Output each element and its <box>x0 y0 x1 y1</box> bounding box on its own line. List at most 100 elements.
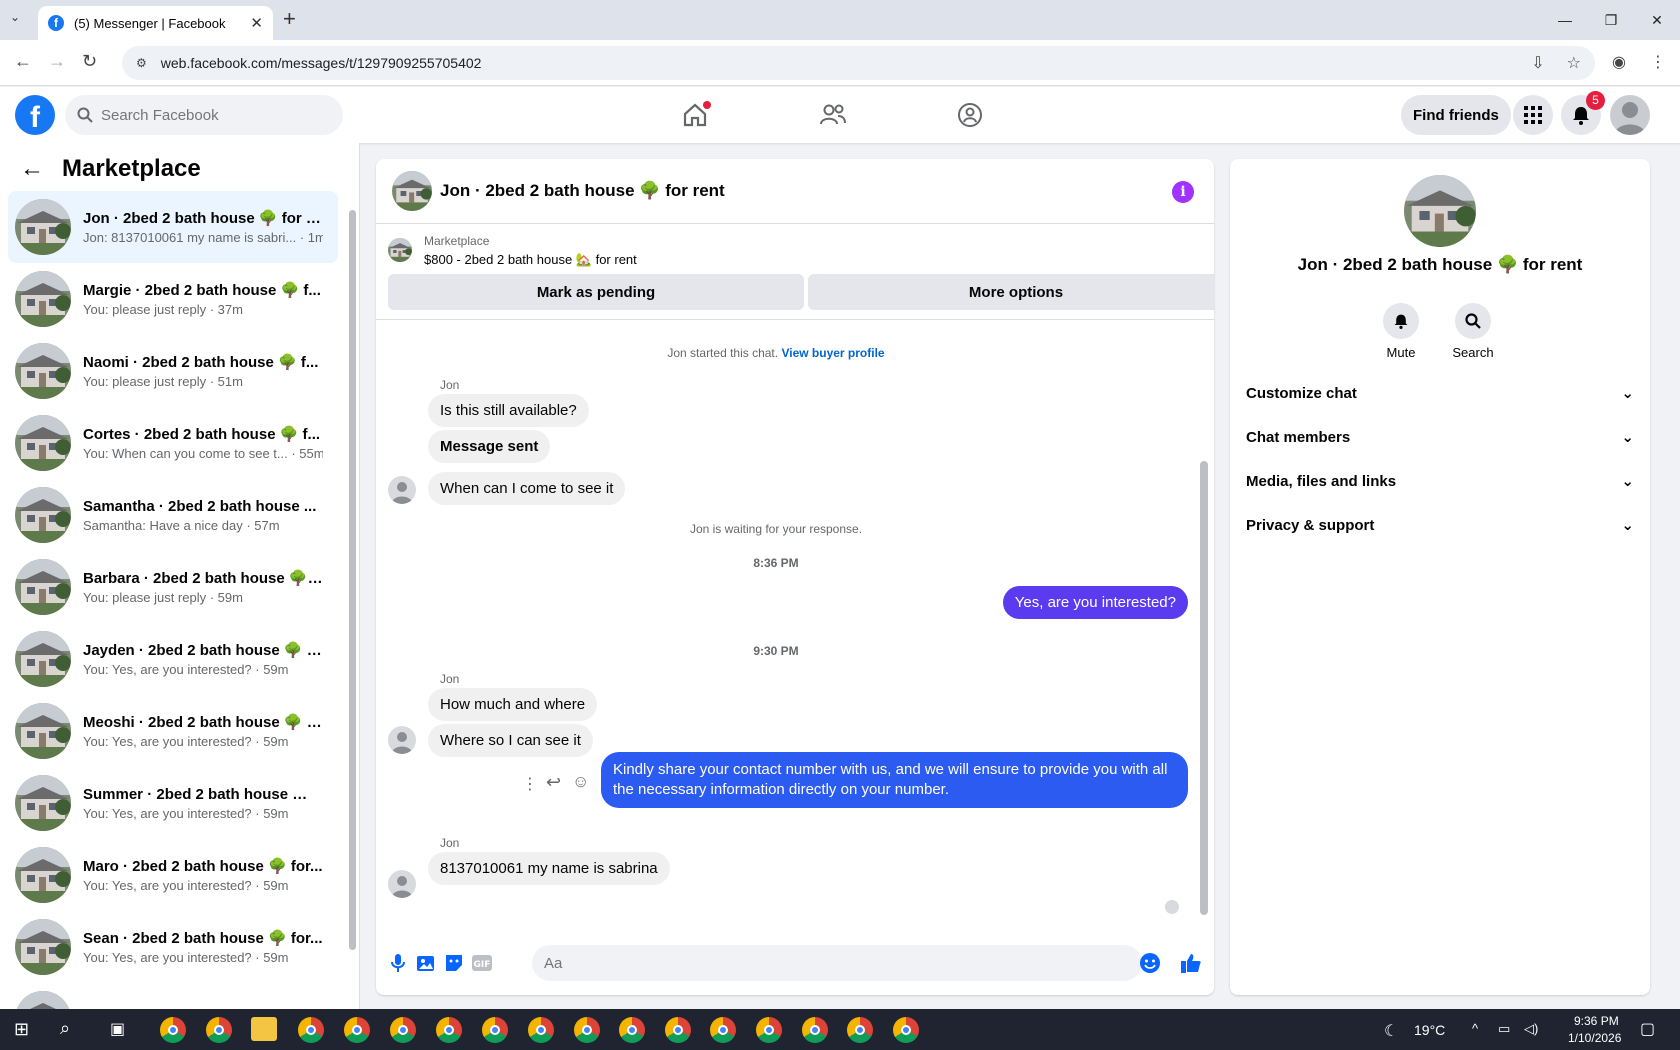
reload-icon[interactable]: ↻ <box>82 51 97 72</box>
message-bubble[interactable]: Is this still available? <box>428 394 589 427</box>
minimize-icon[interactable]: — <box>1542 0 1588 40</box>
conversation-item[interactable]: Cortes · 2bed 2 bath house 🌳 f... You: Wh… <box>8 407 338 479</box>
microphone-icon[interactable] <box>386 951 410 975</box>
conversation-item[interactable]: Margie · 2bed 2 bath house 🌳 f... You: pl… <box>8 263 338 335</box>
profile-icon[interactable]: ◉ <box>1612 52 1626 72</box>
photo-icon[interactable] <box>414 951 438 975</box>
sender-avatar[interactable] <box>388 726 416 754</box>
chrome-taskbar-icon[interactable] <box>160 1017 186 1043</box>
customize-chat-section[interactable]: Customize chat ⌄ <box>1246 371 1634 415</box>
chrome-taskbar-icon[interactable] <box>528 1017 554 1043</box>
more-dots-icon[interactable]: ⋮ <box>522 774 538 794</box>
privacy-support-section[interactable]: Privacy & support ⌄ <box>1246 503 1634 547</box>
conversation-item[interactable]: Jayden · 2bed 2 bath house 🌳 f... You: Ye… <box>8 623 338 695</box>
conversation-item[interactable]: Maro · 2bed 2 bath house 🌳 for... You: Ye… <box>8 839 338 911</box>
conversation-item[interactable]: Barbara · 2bed 2 bath house 🌳 ... You: pl… <box>8 551 338 623</box>
search-input[interactable] <box>101 106 321 124</box>
message-bubble[interactable]: Message sent <box>428 430 551 463</box>
taskbar-search-icon[interactable]: ⌕ <box>60 1018 70 1039</box>
bookmark-star-icon[interactable]: ☆ <box>1567 53 1581 73</box>
clock-date[interactable]: 1/10/2026 <box>1568 1031 1621 1045</box>
home-icon[interactable] <box>677 97 713 133</box>
chrome-taskbar-icon[interactable] <box>298 1017 324 1043</box>
browser-tab[interactable]: f (5) Messenger | Facebook ✕ <box>38 6 273 40</box>
chrome-taskbar-icon[interactable] <box>665 1017 691 1043</box>
sender-avatar[interactable] <box>388 870 416 898</box>
chrome-taskbar-icon[interactable] <box>619 1017 645 1043</box>
media-files-links-section[interactable]: Media, files and links ⌄ <box>1246 459 1634 503</box>
chat-title[interactable]: Jon · 2bed 2 bath house 🌳 for rent <box>440 181 725 201</box>
chat-members-section[interactable]: Chat members ⌄ <box>1246 415 1634 459</box>
search-button[interactable]: Search <box>1443 303 1503 360</box>
outgoing-message-bubble[interactable]: Kindly share your contact number with us… <box>601 752 1188 808</box>
conversation-avatar[interactable] <box>1404 175 1476 247</box>
windows-start-icon[interactable]: ⊞ <box>14 1019 29 1040</box>
message-bubble[interactable]: How much and where <box>428 688 598 721</box>
listing-title[interactable]: $800 - 2bed 2 bath house 🏡 for rent <box>424 252 637 268</box>
facebook-logo-icon[interactable]: f <box>15 95 55 135</box>
tab-close-icon[interactable]: ✕ <box>250 14 263 32</box>
weather-temp[interactable]: 19°C <box>1414 1022 1445 1038</box>
window-close-icon[interactable]: ✕ <box>1634 0 1680 40</box>
chrome-taskbar-icon[interactable] <box>436 1017 462 1043</box>
react-icon[interactable]: ☺ <box>572 772 589 792</box>
emoji-icon[interactable] <box>1138 951 1162 975</box>
site-info-icon[interactable]: ⚙ <box>136 56 147 70</box>
reply-icon[interactable]: ↩ <box>546 772 561 793</box>
chrome-taskbar-icon[interactable] <box>893 1017 919 1043</box>
sender-avatar[interactable] <box>388 476 416 504</box>
conversation-item[interactable]: Naomi · 2bed 2 bath house 🌳 f... You: ple… <box>8 335 338 407</box>
more-options-button[interactable]: More options <box>808 274 1214 310</box>
groups-icon[interactable] <box>952 97 988 133</box>
volume-icon[interactable]: ◁) <box>1524 1021 1538 1037</box>
notification-center-icon[interactable]: ▢ <box>1640 1019 1655 1039</box>
back-icon[interactable]: ← <box>14 51 32 72</box>
message-bubble[interactable]: When can I come to see it <box>428 472 626 505</box>
conversation-item[interactable]: Jon · 2bed 2 bath house 🌳 for r... Jon: 8… <box>8 191 338 263</box>
clock-time[interactable]: 9:36 PM <box>1574 1014 1619 1028</box>
conversation-scrollbar[interactable] <box>349 210 356 950</box>
view-buyer-profile-link[interactable]: View buyer profile <box>781 346 884 360</box>
outgoing-message-bubble[interactable]: Yes, are you interested? <box>1002 586 1188 619</box>
chat-avatar[interactable] <box>392 171 432 211</box>
friends-icon[interactable] <box>815 97 851 133</box>
chrome-taskbar-icon[interactable] <box>390 1017 416 1043</box>
chrome-taskbar-icon[interactable] <box>756 1017 782 1043</box>
chat-scrollbar[interactable] <box>1200 461 1208 915</box>
like-thumbs-up-icon[interactable] <box>1179 951 1203 975</box>
chrome-taskbar-icon[interactable] <box>482 1017 508 1043</box>
chrome-taskbar-icon[interactable] <box>802 1017 828 1043</box>
chrome-taskbar-icon[interactable] <box>710 1017 736 1043</box>
listing-thumbnail[interactable] <box>388 238 412 262</box>
install-icon[interactable]: ⇩ <box>1531 53 1544 73</box>
tray-chevron-icon[interactable]: ^ <box>1472 1021 1478 1036</box>
sticker-icon[interactable] <box>442 951 466 975</box>
menu-grid-icon[interactable] <box>1513 95 1553 135</box>
conversation-item[interactable]: Sean · 2bed 2 bath house 🌳 for... You: Ye… <box>8 911 338 983</box>
tab-search-icon[interactable]: ⌄ <box>10 10 20 24</box>
back-arrow-icon[interactable]: ← <box>20 155 44 183</box>
chrome-taskbar-icon[interactable] <box>574 1017 600 1043</box>
gif-icon[interactable]: GIF <box>470 951 494 975</box>
weather-icon[interactable]: ☾ <box>1384 1021 1398 1041</box>
chrome-taskbar-icon[interactable] <box>847 1017 873 1043</box>
conversation-item[interactable]: Meoshi · 2bed 2 bath house 🌳 f... You: Ye… <box>8 695 338 767</box>
forward-icon[interactable]: → <box>48 51 66 72</box>
facebook-search[interactable] <box>65 95 343 135</box>
message-bubble[interactable]: 8137010061 my name is sabrina <box>428 852 670 885</box>
new-tab-icon[interactable]: + <box>283 6 296 32</box>
account-avatar[interactable] <box>1610 95 1650 135</box>
conversation-item[interactable]: Summer · 2bed 2 bath house 🌳... You: Yes,… <box>8 767 338 839</box>
message-bubble[interactable]: Where so I can see it <box>428 724 593 757</box>
conversation-name[interactable]: Jon · 2bed 2 bath house 🌳 for rent <box>1230 255 1650 275</box>
conversation-item[interactable]: Samantha · 2bed 2 bath house ... Samantha… <box>8 479 338 551</box>
notifications-bell-icon[interactable]: 5 <box>1561 91 1605 135</box>
menu-dots-icon[interactable]: ⋮ <box>1650 52 1666 72</box>
mark-as-pending-button[interactable]: Mark as pending <box>388 274 804 310</box>
url-field[interactable]: ⚙ web.facebook.com/messages/t/1297909255… <box>122 46 1595 80</box>
conversation-item[interactable]: Julian · 2bed 2 bath house 🌳 fo... <box>8 983 338 1009</box>
network-icon[interactable]: ▭ <box>1498 1021 1510 1037</box>
file-explorer-icon[interactable] <box>251 1017 277 1041</box>
message-input[interactable] <box>532 945 1142 981</box>
chrome-taskbar-icon[interactable] <box>344 1017 370 1043</box>
